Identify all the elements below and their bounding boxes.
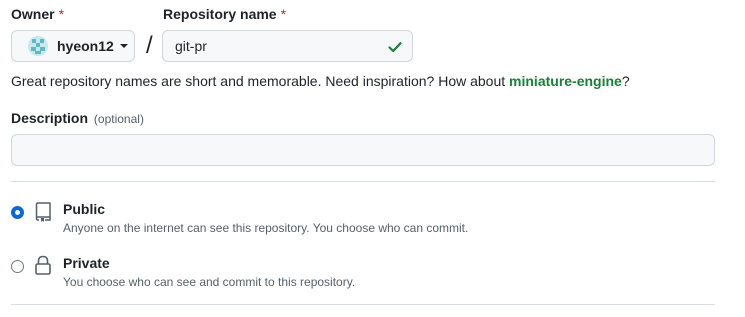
private-description: You choose who can see and commit to thi…: [63, 275, 356, 289]
chevron-down-icon: [119, 44, 128, 48]
description-input[interactable]: [11, 134, 715, 166]
divider: [11, 304, 715, 305]
lock-icon: [35, 255, 51, 275]
suggested-name-link[interactable]: miniature-engine: [509, 73, 622, 89]
description-label: Description (optional): [11, 110, 144, 126]
hint-prefix: Great repository names are short and mem…: [11, 73, 510, 89]
repo-required-mark: *: [280, 6, 287, 22]
owner-dropdown[interactable]: hyeon12: [11, 30, 135, 62]
owner-label-text: Owner: [11, 6, 55, 22]
radio-private[interactable]: [11, 260, 24, 273]
repo-name-value: git-pr: [175, 38, 207, 54]
description-optional: (optional): [93, 112, 144, 126]
identicon-icon: [28, 36, 48, 56]
repo-icon: [35, 202, 51, 222]
divider: [11, 181, 715, 182]
radio-public[interactable]: [11, 206, 24, 219]
description-label-text: Description: [11, 110, 89, 126]
owner-name: hyeon12: [57, 38, 114, 54]
repo-name-label-text: Repository name: [163, 6, 277, 22]
avatar: [28, 36, 48, 56]
owner-label: Owner *: [11, 6, 64, 22]
private-title: Private: [63, 255, 110, 271]
repo-name-hint: Great repository names are short and mem…: [11, 73, 630, 89]
repo-name-label: Repository name *: [163, 6, 286, 22]
repo-name-input[interactable]: git-pr: [162, 30, 413, 62]
owner-repo-separator: /: [146, 32, 153, 59]
public-title: Public: [63, 201, 106, 217]
public-description: Anyone on the internet can see this repo…: [63, 221, 469, 235]
check-icon: [388, 42, 402, 53]
hint-suffix: ?: [621, 73, 630, 89]
owner-required-mark: *: [58, 6, 65, 22]
